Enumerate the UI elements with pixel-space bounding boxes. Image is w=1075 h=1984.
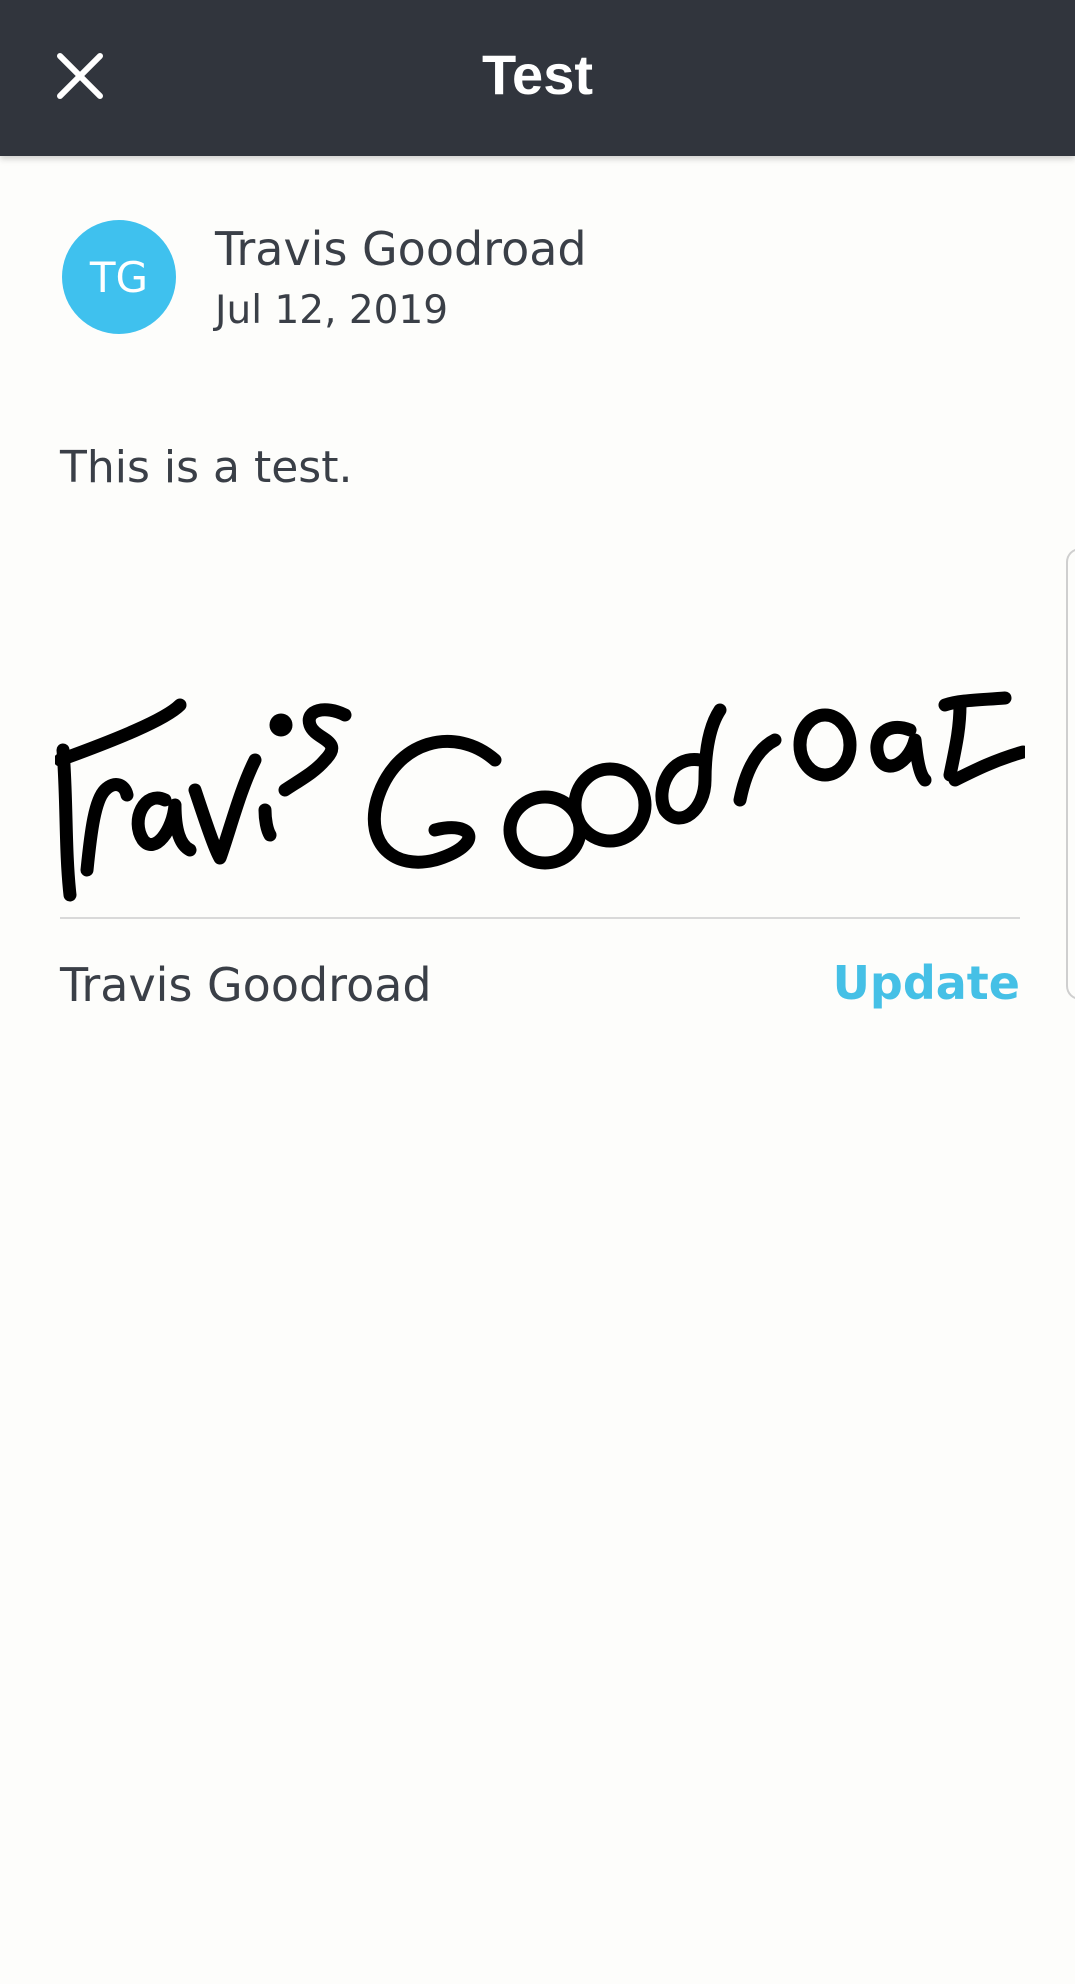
author-name: Travis Goodroad (215, 222, 587, 276)
post-date: Jul 12, 2019 (215, 288, 449, 333)
avatar: TG (62, 220, 176, 334)
edge-panel-handle[interactable] (1066, 548, 1075, 1000)
signature-divider (60, 917, 1020, 919)
signer-name: Travis Goodroad (60, 958, 432, 1012)
post-body: This is a test. (60, 442, 353, 493)
close-icon (57, 53, 103, 99)
app-header: Test (0, 0, 1075, 156)
close-button[interactable] (48, 44, 112, 108)
update-button[interactable]: Update (833, 956, 1020, 1010)
avatar-initials: TG (89, 252, 149, 302)
signature-image (55, 691, 1025, 902)
page-title: Test (482, 43, 593, 106)
